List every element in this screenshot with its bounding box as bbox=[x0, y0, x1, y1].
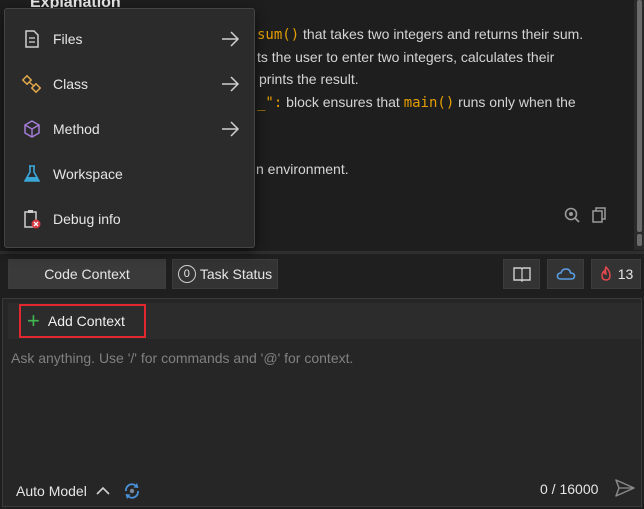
menu-item-label: Debug info bbox=[53, 211, 121, 227]
context-type-menu: Files Class Method Workspace Debug info bbox=[4, 8, 255, 248]
char-counter: 0 / 16000 bbox=[540, 481, 599, 497]
chat-prompt-input[interactable] bbox=[11, 350, 611, 366]
menu-item-label: Workspace bbox=[53, 166, 123, 182]
model-label: Auto Model bbox=[16, 483, 87, 499]
menu-item-workspace[interactable]: Workspace bbox=[5, 154, 254, 194]
line-text: prints the result. bbox=[259, 71, 359, 87]
response-line-1: sum() that takes two integers and return… bbox=[257, 26, 583, 43]
model-selector[interactable]: Auto Model bbox=[16, 480, 143, 502]
menu-item-method[interactable]: Method bbox=[5, 109, 254, 149]
rules-book-button[interactable] bbox=[503, 259, 540, 289]
response-line-3: prints the result. bbox=[259, 71, 359, 87]
copy-icon[interactable] bbox=[590, 206, 608, 224]
files-icon bbox=[25, 30, 39, 48]
add-context-label: Add Context bbox=[47, 313, 125, 329]
task-count-badge: 0 bbox=[177, 265, 196, 283]
arrow-right-icon bbox=[222, 121, 240, 137]
menu-item-files[interactable]: Files bbox=[5, 19, 254, 59]
cloud-button[interactable] bbox=[547, 259, 584, 289]
tab-code-context-label: Code Context bbox=[44, 266, 130, 282]
menu-item-label: Files bbox=[53, 31, 83, 47]
class-icon bbox=[21, 74, 42, 94]
refresh-model-icon[interactable] bbox=[121, 480, 143, 502]
debug-info-icon bbox=[24, 210, 41, 229]
code-span: main() bbox=[403, 95, 455, 111]
menu-item-label: Method bbox=[53, 121, 100, 137]
add-context-button[interactable]: + Add Context bbox=[19, 304, 146, 338]
cloud-icon bbox=[556, 268, 575, 280]
send-icon[interactable] bbox=[614, 478, 636, 498]
book-icon bbox=[512, 267, 531, 282]
plus-icon: + bbox=[27, 308, 40, 333]
flame-icon bbox=[600, 266, 611, 281]
chevron-up-icon bbox=[96, 486, 110, 495]
response-line-4: _": block ensures that main() runs only … bbox=[257, 94, 576, 111]
issues-count: 13 bbox=[617, 266, 634, 282]
response-line-5: n environment. bbox=[256, 161, 349, 177]
code-span: sum() bbox=[257, 27, 300, 43]
line-text: block ensures that bbox=[282, 94, 404, 110]
menu-item-debug-info[interactable]: Debug info bbox=[5, 199, 254, 239]
workspace-icon bbox=[23, 165, 41, 182]
code-span: _": bbox=[257, 95, 283, 111]
tab-task-status[interactable]: 0 Task Status bbox=[172, 259, 278, 289]
line-text: that takes two integers and returns thei… bbox=[299, 26, 584, 42]
line-text: runs only when the bbox=[454, 94, 576, 110]
menu-item-label: Class bbox=[53, 76, 89, 92]
line-text: ts the user to enter two integers, calcu… bbox=[257, 49, 555, 65]
arrow-right-icon bbox=[222, 31, 240, 47]
line-text: n environment. bbox=[256, 161, 349, 177]
tab-task-status-label: Task Status bbox=[199, 266, 273, 282]
scrollbar-thumb-lower[interactable] bbox=[637, 234, 642, 246]
response-line-2: ts the user to enter two integers, calcu… bbox=[257, 49, 554, 65]
method-icon bbox=[24, 120, 40, 138]
menu-item-class[interactable]: Class bbox=[5, 64, 254, 104]
search-code-icon[interactable] bbox=[563, 206, 581, 224]
scrollbar-thumb[interactable] bbox=[637, 0, 642, 232]
tab-code-context[interactable]: Code Context bbox=[8, 259, 166, 289]
issues-button[interactable]: 13 bbox=[591, 259, 641, 289]
arrow-right-icon bbox=[222, 76, 240, 92]
